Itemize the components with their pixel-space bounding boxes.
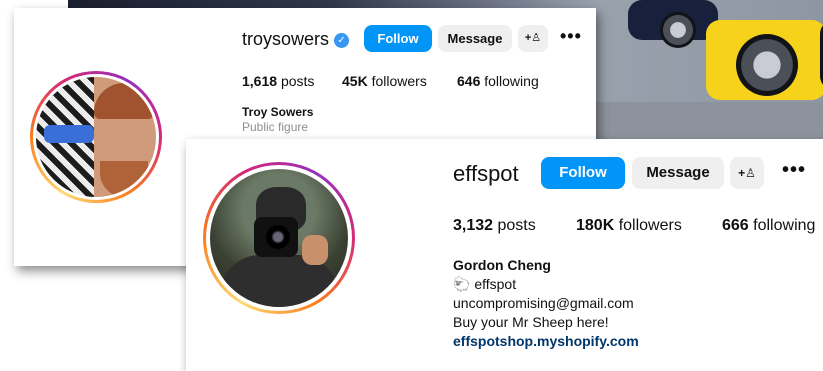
followers-count: 180K xyxy=(576,217,615,234)
profile-username: troysowers ✓ xyxy=(242,29,350,50)
posts-label: posts xyxy=(280,73,315,89)
suggest-user-button[interactable]: +♙ xyxy=(518,25,548,52)
car-wheel xyxy=(736,34,798,96)
handle-line: 🐑 effspot xyxy=(453,275,639,294)
tagline-text: Buy your Mr Sheep here! xyxy=(453,314,609,330)
posts-label: posts xyxy=(497,217,536,234)
beard-graphic xyxy=(100,161,148,197)
story-ring[interactable] xyxy=(203,162,355,314)
verified-badge-icon: ✓ xyxy=(334,32,350,48)
followers-label: followers xyxy=(371,73,427,89)
shop-link[interactable]: effspotshop.myshopify.com xyxy=(453,332,639,351)
suggest-user-button[interactable]: +♙ xyxy=(730,157,764,189)
following-count: 666 xyxy=(722,217,749,234)
posts-count: 3,132 xyxy=(453,217,494,234)
helmet-visor xyxy=(44,125,94,143)
add-person-icon: +♙ xyxy=(738,166,756,180)
followers-label: followers xyxy=(618,217,682,234)
following-stat[interactable]: 646 following xyxy=(457,73,539,89)
profile-username: effspot xyxy=(453,161,519,186)
handle-text: effspot xyxy=(474,276,517,292)
avatar[interactable] xyxy=(210,169,348,307)
followers-count: 45K xyxy=(342,73,368,89)
posts-count: 1,618 xyxy=(242,73,278,89)
display-name: Troy Sowers xyxy=(242,105,314,119)
message-button[interactable]: Message xyxy=(438,25,512,52)
following-stat[interactable]: 666 following xyxy=(722,217,815,235)
hand-graphic xyxy=(302,235,328,265)
following-label: following xyxy=(484,73,539,89)
following-label: following xyxy=(753,217,816,234)
followers-stat[interactable]: 45K followers xyxy=(342,73,427,89)
username-text: troysowers xyxy=(242,29,330,49)
email-text: uncompromising@gmail.com xyxy=(453,295,634,311)
posts-stat: 1,618 posts xyxy=(242,73,314,89)
followers-stat[interactable]: 180K followers xyxy=(576,217,682,235)
avatar[interactable] xyxy=(36,77,156,197)
message-button[interactable]: Message xyxy=(632,157,724,189)
profile-bio: Troy Sowers Public figure xyxy=(242,105,313,135)
following-count: 646 xyxy=(457,73,481,89)
more-options-icon[interactable]: ••• xyxy=(782,159,806,182)
camera-lens-graphic xyxy=(266,225,290,249)
follow-button[interactable]: Follow xyxy=(364,25,432,52)
story-ring[interactable] xyxy=(30,71,162,203)
car-wheel xyxy=(660,12,696,48)
profile-card-effspot: effspot Follow Message +♙ ••• 3,132 post… xyxy=(186,139,823,371)
hair-graphic xyxy=(94,83,154,119)
profile-category: Public figure xyxy=(242,120,309,134)
posts-stat: 3,132 posts xyxy=(453,217,536,235)
sheep-emoji-icon: 🐑 xyxy=(453,276,471,292)
add-person-icon: +♙ xyxy=(524,32,542,44)
follow-button[interactable]: Follow xyxy=(541,157,625,189)
more-options-icon[interactable]: ••• xyxy=(560,26,582,47)
profile-bio: Gordon Cheng 🐑 effspot uncompromising@gm… xyxy=(453,256,639,351)
display-name: Gordon Cheng xyxy=(453,257,551,273)
